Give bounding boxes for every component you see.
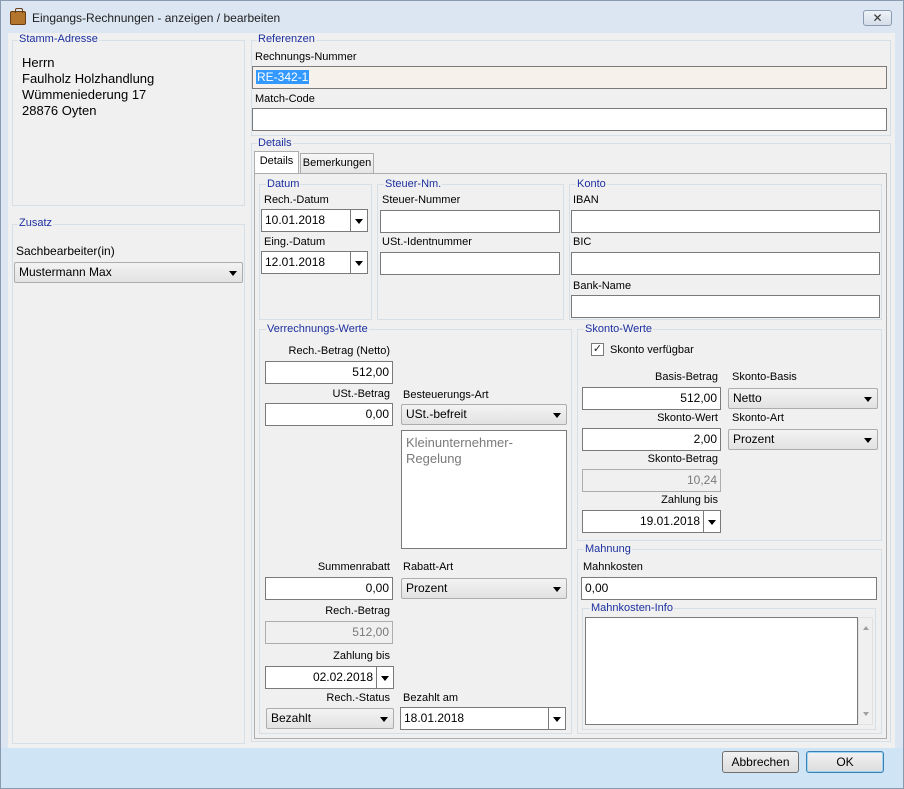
referenzen-label: Referenzen	[257, 33, 316, 45]
scroll-up-icon[interactable]	[863, 626, 869, 630]
stamm-adresse-label: Stamm-Adresse	[18, 33, 99, 45]
mahnung-label: Mahnung	[584, 543, 632, 555]
basisbetrag-label: Basis-Betrag	[655, 371, 718, 383]
netto-field[interactable]: 512,00	[265, 361, 393, 384]
bankname-label: Bank-Name	[573, 280, 632, 292]
tab-bemerkungen[interactable]: Bemerkungen	[300, 153, 374, 173]
ustid-field[interactable]	[380, 252, 560, 275]
zahlungbis-dropdown[interactable]	[377, 666, 394, 689]
eing-datum-label: Eing.-Datum	[264, 236, 326, 248]
skonto-basis-label: Skonto-Basis	[732, 371, 797, 383]
rabattart-select[interactable]: Prozent	[401, 578, 567, 599]
status-label: Rech.-Status	[326, 692, 390, 704]
datum-label: Datum	[266, 178, 301, 190]
steuernummer-label: Steuer-Nummer	[382, 194, 461, 206]
mahnkosten-info-label: Mahnkosten-Info	[590, 602, 674, 614]
skonto-basis-select[interactable]: Netto	[728, 388, 878, 409]
cancel-button[interactable]: Abbrechen	[722, 751, 799, 773]
steuernummer-field[interactable]	[380, 210, 560, 233]
zusatz-group	[12, 224, 245, 744]
ust-label: USt.-Betrag	[332, 388, 390, 400]
iban-label: IBAN	[573, 194, 599, 206]
address-line-1: Herrn	[22, 55, 55, 70]
mahnkosten-label: Mahnkosten	[583, 561, 643, 573]
ust-field[interactable]: 0,00	[265, 403, 393, 426]
verrechnung-label: Verrechnungs-Werte	[266, 323, 369, 335]
skonto-art-select[interactable]: Prozent	[728, 429, 878, 450]
skonto-wert-field[interactable]: 2,00	[582, 428, 721, 451]
rechnungsnummer-field[interactable]: RE-342-1	[252, 66, 887, 89]
iban-field[interactable]	[571, 210, 880, 233]
rech-datum-dropdown[interactable]	[351, 209, 368, 232]
mahnkosten-info-textarea[interactable]	[585, 617, 858, 725]
address-line-4: 28876 Oyten	[22, 103, 97, 118]
netto-label: Rech.-Betrag (Netto)	[288, 345, 390, 357]
address-line-3: Wümmeniederung 17	[22, 87, 147, 102]
rechbetrag-label: Rech.-Betrag	[325, 605, 390, 617]
rech-datum-field[interactable]: 10.01.2018	[261, 209, 351, 232]
besteuerung-label: Besteuerungs-Art	[403, 389, 489, 401]
bezahltam-field[interactable]: 18.01.2018	[400, 707, 549, 730]
skonto-zahlungbis-field[interactable]: 19.01.2018	[582, 510, 704, 533]
tab-strip: Details Bemerkungen	[254, 151, 554, 175]
bezahltam-dropdown[interactable]	[549, 707, 566, 730]
bic-field[interactable]	[571, 252, 880, 275]
skonto-wert-label: Skonto-Wert	[657, 412, 718, 424]
steuer-label: Steuer-Nm.	[384, 178, 443, 190]
tab-details[interactable]: Details	[254, 151, 299, 173]
eing-datum-dropdown[interactable]	[351, 251, 368, 274]
skonto-label: Skonto-Werte	[584, 323, 654, 335]
skonto-zahlungbis-dropdown[interactable]	[704, 510, 721, 533]
rechbetrag-field: 512,00	[265, 621, 393, 644]
bezahltam-label: Bezahlt am	[403, 692, 459, 704]
zahlungbis-field[interactable]: 02.02.2018	[265, 666, 377, 689]
bic-label: BIC	[573, 236, 592, 248]
window-title: Eingangs-Rechnungen - anzeigen / bearbei…	[32, 11, 281, 25]
summenrabatt-field[interactable]: 0,00	[265, 577, 393, 600]
skonto-betrag-label: Skonto-Betrag	[647, 453, 718, 465]
zusatz-label: Zusatz	[18, 217, 54, 229]
address-line-2: Faulholz Holzhandlung	[22, 71, 155, 86]
status-select[interactable]: Bezahlt	[266, 708, 394, 729]
skonto-betrag-field: 10,24	[582, 469, 721, 492]
basisbetrag-field[interactable]: 512,00	[582, 387, 721, 410]
eing-datum-field[interactable]: 12.01.2018	[261, 251, 351, 274]
zahlungbis-label: Zahlung bis	[333, 650, 390, 662]
ustid-label: USt.-Identnummer	[382, 236, 472, 248]
skonto-zahlungbis-label: Zahlung bis	[661, 494, 718, 506]
rech-datum-label: Rech.-Datum	[264, 194, 329, 206]
rechnungsnummer-value: RE-342-1	[256, 70, 310, 84]
skonto-verfuegbar-checkbox[interactable]: ✓	[591, 343, 604, 356]
matchcode-label: Match-Code	[255, 93, 315, 105]
matchcode-field[interactable]	[252, 108, 887, 131]
skonto-art-label: Skonto-Art	[732, 412, 784, 424]
besteuerung-select[interactable]: USt.-befreit	[401, 404, 567, 425]
mahnkosten-field[interactable]: 0,00	[581, 577, 877, 600]
briefcase-icon	[10, 8, 26, 25]
summenrabatt-label: Summenrabatt	[317, 561, 390, 573]
scroll-down-icon[interactable]	[863, 712, 869, 716]
details-label: Details	[257, 137, 293, 149]
sachbearbeiter-label: Sachbearbeiter(in)	[16, 244, 115, 258]
close-button[interactable]: ✕	[863, 10, 892, 26]
ok-button[interactable]: OK	[806, 751, 884, 773]
konto-label: Konto	[576, 178, 607, 190]
skonto-verfuegbar-label: Skonto verfügbar	[610, 344, 694, 356]
mahnkosten-info-scrollbar[interactable]	[858, 617, 873, 725]
sachbearbeiter-select[interactable]: Mustermann Max	[14, 262, 243, 283]
besteuerung-info: Kleinunternehmer-Regelung	[401, 430, 567, 549]
bankname-field[interactable]	[571, 295, 880, 318]
rabattart-label: Rabatt-Art	[403, 561, 454, 573]
rechnungsnummer-label: Rechnungs-Nummer	[255, 51, 357, 63]
